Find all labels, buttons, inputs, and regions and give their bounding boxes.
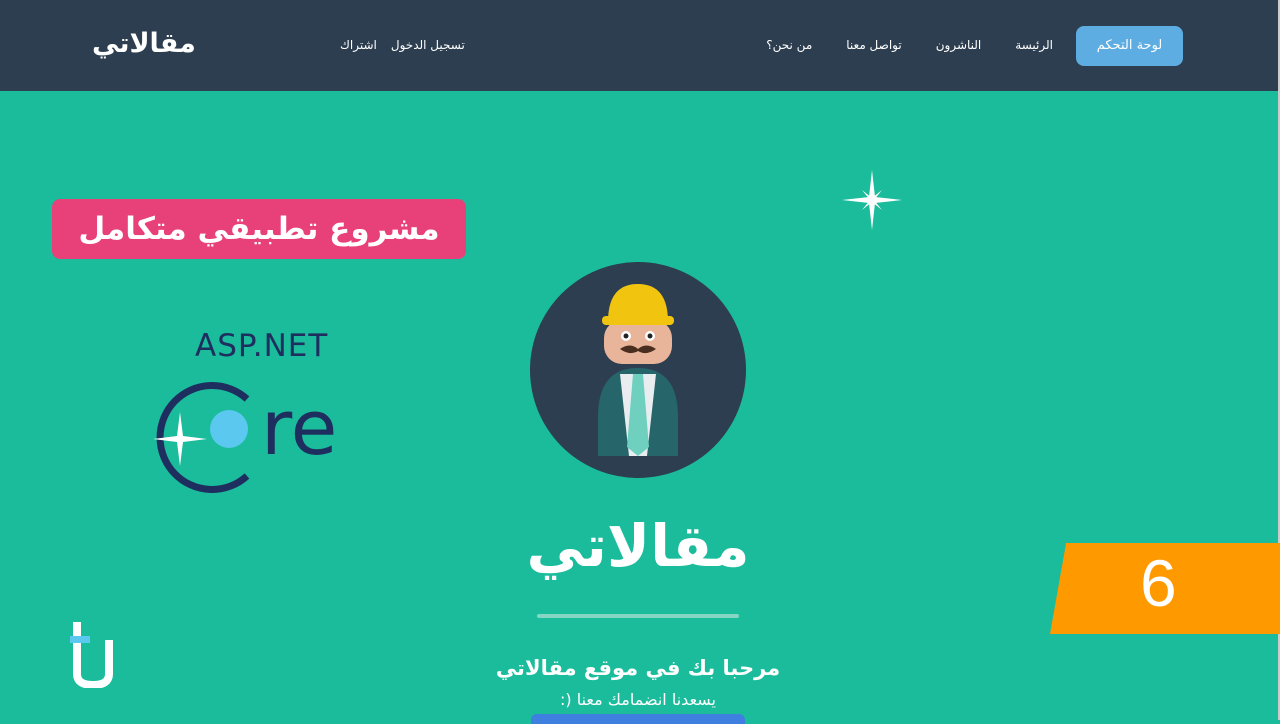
welcome-text: مرحبا بك في موقع مقالاتي <box>495 656 781 680</box>
brand-logo[interactable]: مقالاتي <box>92 28 196 59</box>
main-menu: الرئيسة الناشرون تواصل معنا من نحن؟ <box>766 38 1053 52</box>
channel-logo <box>70 622 113 688</box>
dashboard-button[interactable]: لوحة التحكم <box>1076 26 1183 66</box>
nav-publishers[interactable]: الناشرون <box>936 38 982 52</box>
nav-home[interactable]: الرئيسة <box>1015 38 1053 52</box>
episode-number: 6 <box>1140 546 1177 620</box>
project-banner: مشروع تطبيقي متكامل <box>52 199 466 259</box>
aspnet-label: ASP.NET <box>195 328 329 364</box>
top-navbar: مقالاتي تسجيل الدخول اشتراك الرئيسة النا… <box>0 0 1278 91</box>
auth-links: تسجيل الدخول اشتراك <box>340 38 465 52</box>
core-text: re <box>261 383 337 472</box>
hero-title: مقالاتي <box>526 512 750 580</box>
aspnet-core-logo: re <box>153 382 337 493</box>
nav-contact[interactable]: تواصل معنا <box>846 38 901 52</box>
login-link[interactable]: تسجيل الدخول <box>391 38 465 52</box>
join-text: يسعدنا انضمامك معنا (: <box>559 690 716 709</box>
join-button[interactable] <box>531 714 745 724</box>
hero-divider <box>537 614 739 618</box>
nav-about[interactable]: من نحن؟ <box>766 38 812 52</box>
register-link[interactable]: اشتراك <box>340 38 377 52</box>
sparkle-icon <box>842 170 902 230</box>
avatar-illustration <box>530 262 746 478</box>
